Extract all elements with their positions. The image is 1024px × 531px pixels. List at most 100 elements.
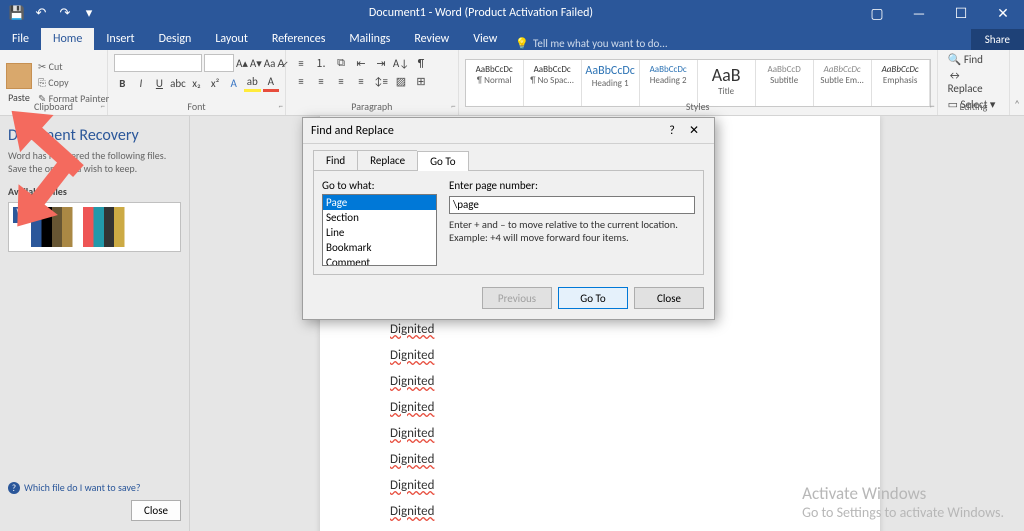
subscript-button[interactable]: x₂ xyxy=(188,74,205,92)
maximize-icon[interactable]: ☐ xyxy=(940,0,982,26)
bold-button[interactable]: B xyxy=(114,74,131,92)
tab-review[interactable]: Review xyxy=(402,28,461,50)
decrease-indent-icon[interactable]: ⇤ xyxy=(352,54,370,72)
goto-item-line[interactable]: Line xyxy=(323,225,436,240)
goto-what-listbox[interactable]: Page Section Line Bookmark Comment Footn… xyxy=(322,194,437,266)
tab-layout[interactable]: Layout xyxy=(203,28,260,50)
tab-home[interactable]: Home xyxy=(41,28,94,50)
font-family-select[interactable] xyxy=(114,54,202,72)
style-normal[interactable]: AaBbCcDc¶ Normal xyxy=(466,60,524,106)
dialog-help-icon[interactable]: ? xyxy=(662,124,682,138)
qat-dropdown-icon[interactable]: ▾ xyxy=(78,2,100,24)
group-label-paragraph: Paragraph xyxy=(286,100,458,113)
dialog-tab-replace[interactable]: Replace xyxy=(357,150,417,170)
ribbon-display-icon[interactable]: ▢ xyxy=(856,0,898,26)
line-spacing-icon[interactable]: ↕≡ xyxy=(372,72,390,90)
align-left-icon[interactable]: ≡ xyxy=(292,72,310,90)
style-subtle-em[interactable]: AaBbCcDcSubtle Em... xyxy=(814,60,872,106)
quick-access-toolbar: 💾 ↶ ↷ ▾ xyxy=(0,2,106,24)
increase-indent-icon[interactable]: ⇥ xyxy=(372,54,390,72)
bullets-icon[interactable]: ≡ xyxy=(292,54,310,72)
style-emphasis[interactable]: AaBbCcDcEmphasis xyxy=(872,60,930,106)
style-subtitle[interactable]: AaBbCcDSubtitle xyxy=(756,60,814,106)
tab-design[interactable]: Design xyxy=(147,28,204,50)
goto-item-bookmark[interactable]: Bookmark xyxy=(323,240,436,255)
borders-icon[interactable]: ⊞ xyxy=(412,72,430,90)
clear-format-icon[interactable]: A̷ xyxy=(277,54,284,72)
recovery-close-button[interactable]: Close xyxy=(131,500,181,521)
goto-button[interactable]: Go To xyxy=(558,287,628,309)
copy-button[interactable]: ⎘ Copy xyxy=(36,75,111,90)
align-center-icon[interactable]: ≡ xyxy=(312,72,330,90)
goto-item-comment[interactable]: Comment xyxy=(323,255,436,266)
dialog-close-icon[interactable]: ✕ xyxy=(682,123,706,138)
dialog-tab-goto[interactable]: Go To xyxy=(417,151,468,171)
undo-icon[interactable]: ↶ xyxy=(30,2,52,24)
document-paragraph[interactable]: Dignited xyxy=(390,348,810,363)
tab-insert[interactable]: Insert xyxy=(94,28,146,50)
clipboard-launcher-icon[interactable]: ⌐ xyxy=(101,101,105,112)
text-effects-icon[interactable]: A xyxy=(225,74,242,92)
tab-view[interactable]: View xyxy=(461,28,509,50)
find-button[interactable]: 🔍 Find xyxy=(944,52,1004,67)
justify-icon[interactable]: ≡ xyxy=(352,72,370,90)
document-paragraph[interactable]: Dignited xyxy=(390,452,810,467)
share-button[interactable]: Share xyxy=(971,29,1024,50)
paragraph-launcher-icon[interactable]: ⌐ xyxy=(451,101,455,112)
font-color-icon[interactable]: A xyxy=(263,74,280,92)
shading-icon[interactable]: ▨ xyxy=(392,72,410,90)
multilevel-icon[interactable]: ⧉ xyxy=(332,54,350,72)
italic-button[interactable]: I xyxy=(133,74,150,92)
show-marks-icon[interactable]: ¶ xyxy=(412,54,430,72)
goto-item-section[interactable]: Section xyxy=(323,210,436,225)
style-nospacing[interactable]: AaBbCcDc¶ No Spac... xyxy=(524,60,582,106)
document-paragraph[interactable]: Dignited xyxy=(390,504,810,519)
style-heading1[interactable]: AaBbCcDcHeading 1 xyxy=(582,60,640,106)
change-case-icon[interactable]: Aa xyxy=(264,54,276,72)
page-number-input[interactable] xyxy=(449,196,695,214)
goto-hint: Enter + and – to move relative to the cu… xyxy=(449,218,695,245)
numbering-icon[interactable]: ⒈ xyxy=(312,54,330,72)
group-paragraph: ≡ ⒈ ⧉ ⇤ ⇥ A↓ ¶ ≡ ≡ ≡ ≡ ↕≡ ▨ ⊞ Paragraph … xyxy=(286,50,459,115)
document-paragraph[interactable]: Dignited xyxy=(390,400,810,415)
font-size-select[interactable] xyxy=(204,54,234,72)
tell-me-search[interactable]: 💡 Tell me what you want to do... xyxy=(515,37,667,50)
style-title[interactable]: AaBTitle xyxy=(698,60,756,106)
tab-mailings[interactable]: Mailings xyxy=(337,28,402,50)
shrink-font-icon[interactable]: A▾ xyxy=(250,54,262,72)
document-paragraph[interactable]: Dignited xyxy=(390,426,810,441)
document-paragraph[interactable]: Dignited xyxy=(390,374,810,389)
align-right-icon[interactable]: ≡ xyxy=(332,72,350,90)
cut-button[interactable]: ✂ Cut xyxy=(36,59,111,74)
group-font: A▴ A▾ Aa A̷ B I U abc x₂ x² A ab A Font … xyxy=(108,50,286,115)
superscript-button[interactable]: x² xyxy=(207,74,224,92)
group-styles: AaBbCcDc¶ Normal AaBbCcDc¶ No Spac... Aa… xyxy=(459,50,938,115)
recovery-help-link[interactable]: Which file do I want to save? xyxy=(8,481,141,495)
replace-button[interactable]: ↔ Replace xyxy=(944,68,1004,96)
style-heading2[interactable]: AaBbCcDcHeading 2 xyxy=(640,60,698,106)
redo-icon[interactable]: ↷ xyxy=(54,2,76,24)
strike-button[interactable]: abc xyxy=(170,74,187,92)
dialog-titlebar[interactable]: Find and Replace ? ✕ xyxy=(303,118,714,144)
document-paragraph[interactable]: Dignited xyxy=(390,478,810,493)
document-paragraph[interactable]: Dignited xyxy=(390,322,810,337)
title-bar: 💾 ↶ ↷ ▾ Document1 - Word (Product Activa… xyxy=(0,0,1024,26)
close-icon[interactable]: ✕ xyxy=(982,0,1024,26)
minimize-icon[interactable]: — xyxy=(898,0,940,26)
dialog-tab-find[interactable]: Find xyxy=(313,150,357,170)
tab-file[interactable]: File xyxy=(0,28,41,50)
tab-references[interactable]: References xyxy=(260,28,338,50)
collapse-ribbon-icon[interactable]: ˄ xyxy=(1010,50,1024,115)
font-launcher-icon[interactable]: ⌐ xyxy=(279,101,283,112)
sort-icon[interactable]: A↓ xyxy=(392,54,410,72)
group-label-styles: Styles xyxy=(459,100,937,113)
goto-item-page[interactable]: Page xyxy=(323,195,436,210)
tell-me-label: Tell me what you want to do... xyxy=(533,37,668,50)
dialog-close-button[interactable]: Close xyxy=(634,287,704,309)
underline-button[interactable]: U xyxy=(151,74,168,92)
highlight-icon[interactable]: ab xyxy=(244,74,261,92)
activate-windows-watermark: Activate Windows Go to Settings to activ… xyxy=(802,483,1004,521)
styles-launcher-icon[interactable]: ⌐ xyxy=(930,101,934,112)
save-icon[interactable]: 💾 xyxy=(6,2,28,24)
grow-font-icon[interactable]: A▴ xyxy=(236,54,248,72)
